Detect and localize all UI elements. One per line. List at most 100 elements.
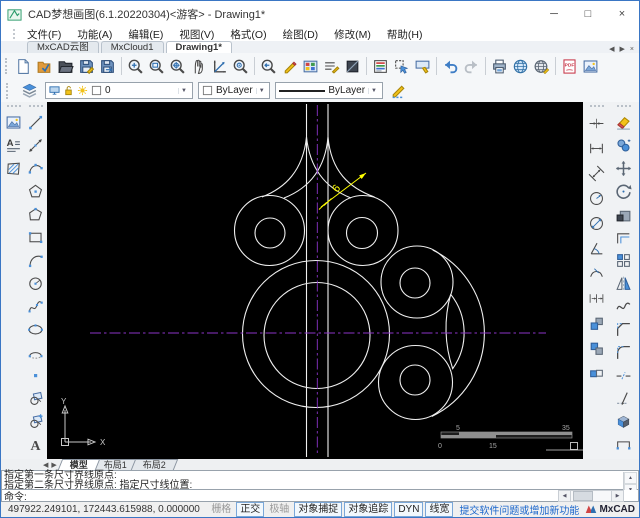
polygon-icon[interactable] xyxy=(25,180,46,203)
single-text-icon[interactable] xyxy=(25,433,46,456)
menu-item-2[interactable]: 编辑(E) xyxy=(128,27,163,42)
scroll-left-icon[interactable]: ◀ xyxy=(558,489,571,502)
hscroll-track[interactable] xyxy=(571,489,611,502)
rectangle-icon[interactable] xyxy=(25,226,46,249)
explode-icon[interactable] xyxy=(613,410,634,433)
status-toggle-5[interactable]: DYN xyxy=(394,502,424,517)
scroll-right-icon[interactable]: ▶ xyxy=(611,489,624,502)
hatch-icon[interactable] xyxy=(3,157,24,180)
copy-icon[interactable] xyxy=(613,134,634,157)
tab-nav-button-0[interactable]: ◀ xyxy=(43,461,48,469)
status-toggle-2[interactable]: 极轴 xyxy=(266,503,292,516)
print-icon[interactable] xyxy=(489,56,510,77)
menu-item-3[interactable]: 视图(V) xyxy=(179,27,214,42)
scroll-up-icon[interactable]: ▲ xyxy=(624,472,637,484)
layout-tab-scroll[interactable]: ◀ ▶ xyxy=(43,461,57,469)
close-button[interactable]: × xyxy=(605,1,639,27)
color-select[interactable]: ByLayer ▼ xyxy=(198,82,270,99)
menu-item-7[interactable]: 帮助(H) xyxy=(387,27,423,42)
move-icon[interactable] xyxy=(613,157,634,180)
construction-line-icon[interactable] xyxy=(25,134,46,157)
raster-image-icon[interactable] xyxy=(3,111,24,134)
properties-window-icon[interactable] xyxy=(370,56,391,77)
rotate-icon[interactable] xyxy=(613,180,634,203)
command-input-line[interactable]: 命令: ◀ ▶ xyxy=(1,489,639,503)
command-scrollbar[interactable]: ▲▼ xyxy=(623,472,637,496)
dim-linear-icon[interactable] xyxy=(586,136,607,161)
drawing-canvas[interactable]: 6 5 35 0 15 Y X xyxy=(47,102,583,459)
tab-nav-button-2[interactable]: × xyxy=(630,46,634,53)
layout-tab-2[interactable]: 布局2 xyxy=(130,459,179,470)
document-tab-0[interactable]: MxCAD云图 xyxy=(27,41,99,53)
layer-select[interactable]: 0 ▼ xyxy=(45,82,193,99)
dim-edit-icon[interactable] xyxy=(586,361,607,386)
chamfer-icon[interactable] xyxy=(613,318,634,341)
selection-style-icon[interactable] xyxy=(391,56,412,77)
document-tab-1[interactable]: MxCloud1 xyxy=(100,41,164,53)
save-icon[interactable] xyxy=(76,56,97,77)
line-icon[interactable] xyxy=(25,111,46,134)
maximize-button[interactable]: □ xyxy=(571,1,605,27)
menu-item-6[interactable]: 修改(M) xyxy=(334,27,371,42)
save-as-icon[interactable] xyxy=(97,56,118,77)
linetype-manager-icon[interactable] xyxy=(321,56,342,77)
dim-aligned-icon[interactable] xyxy=(586,161,607,186)
polyline-icon[interactable] xyxy=(25,203,46,226)
linetype-dropdown-arrow[interactable]: ▼ xyxy=(368,87,379,94)
zoom-dynamic-icon[interactable] xyxy=(125,56,146,77)
document-tab-2[interactable]: Drawing1* xyxy=(165,41,232,53)
zoom-previous-icon[interactable] xyxy=(258,56,279,77)
zoom-window-icon[interactable] xyxy=(146,56,167,77)
block-copy-icon[interactable] xyxy=(25,387,46,410)
format-brush-icon[interactable] xyxy=(412,56,433,77)
export-pdf-icon[interactable] xyxy=(559,56,580,77)
dim-angular-icon[interactable] xyxy=(586,236,607,261)
trim-icon[interactable] xyxy=(613,387,634,410)
feedback-link[interactable]: 提交软件问题或增加新功能 xyxy=(459,502,579,517)
dim-quick-icon[interactable] xyxy=(586,311,607,336)
status-toggle-4[interactable]: 对象追踪 xyxy=(344,502,393,517)
minimize-button[interactable]: ─ xyxy=(537,1,571,27)
join-icon[interactable] xyxy=(613,433,634,456)
arc-icon[interactable] xyxy=(25,249,46,272)
pan-icon[interactable] xyxy=(188,56,209,77)
menu-item-4[interactable]: 格式(O) xyxy=(230,27,266,42)
array-icon[interactable] xyxy=(613,249,634,272)
tab-nav-button-1[interactable]: ▶ xyxy=(620,45,625,53)
dim-diameter-icon[interactable] xyxy=(586,211,607,236)
command-history[interactable]: 指定第一条尺寸界线原点: 指定第二条尺寸界线原点: 指定尺寸线位置: ▲▼ xyxy=(1,470,639,496)
color-palette-icon[interactable] xyxy=(300,56,321,77)
zoom-axis-icon[interactable] xyxy=(209,56,230,77)
new-file-icon[interactable] xyxy=(13,56,34,77)
undo-icon[interactable] xyxy=(440,56,461,77)
spline-icon[interactable] xyxy=(25,295,46,318)
fillet-icon[interactable] xyxy=(613,341,634,364)
dim-continue-icon[interactable] xyxy=(586,286,607,311)
status-toggle-0[interactable]: 栅格 xyxy=(208,503,234,516)
open-file-icon[interactable] xyxy=(55,56,76,77)
break-icon[interactable] xyxy=(613,364,634,387)
status-toggle-3[interactable]: 对象捕捉 xyxy=(294,502,343,517)
circle-icon[interactable] xyxy=(25,272,46,295)
tab-nav-button-1[interactable]: ▶ xyxy=(51,461,56,469)
dim-align-icon[interactable] xyxy=(586,111,607,136)
arc-3point-icon[interactable] xyxy=(25,157,46,180)
draw-order-icon[interactable] xyxy=(388,80,409,101)
layer-box-icon[interactable] xyxy=(342,56,363,77)
point-icon[interactable] xyxy=(25,364,46,387)
menu-item-5[interactable]: 绘图(D) xyxy=(283,27,319,42)
insert-image-icon[interactable] xyxy=(580,56,601,77)
dim-baseline-icon[interactable] xyxy=(586,336,607,361)
text-content-icon[interactable] xyxy=(3,134,24,157)
layer-manager-icon[interactable] xyxy=(19,80,40,101)
dim-arc-length-icon[interactable] xyxy=(586,261,607,286)
command-hscrollbar[interactable]: ◀ ▶ xyxy=(558,489,624,502)
menu-item-1[interactable]: 功能(A) xyxy=(77,27,112,42)
zoom-extents-icon[interactable] xyxy=(167,56,188,77)
zoom-center-icon[interactable] xyxy=(230,56,251,77)
ellipse-icon[interactable] xyxy=(25,318,46,341)
layout-tab-0[interactable]: 模型 xyxy=(57,459,101,470)
dim-radius-icon[interactable] xyxy=(586,186,607,211)
linetype-select[interactable]: ByLayer ▼ xyxy=(275,82,383,99)
web-publish-icon[interactable] xyxy=(510,56,531,77)
